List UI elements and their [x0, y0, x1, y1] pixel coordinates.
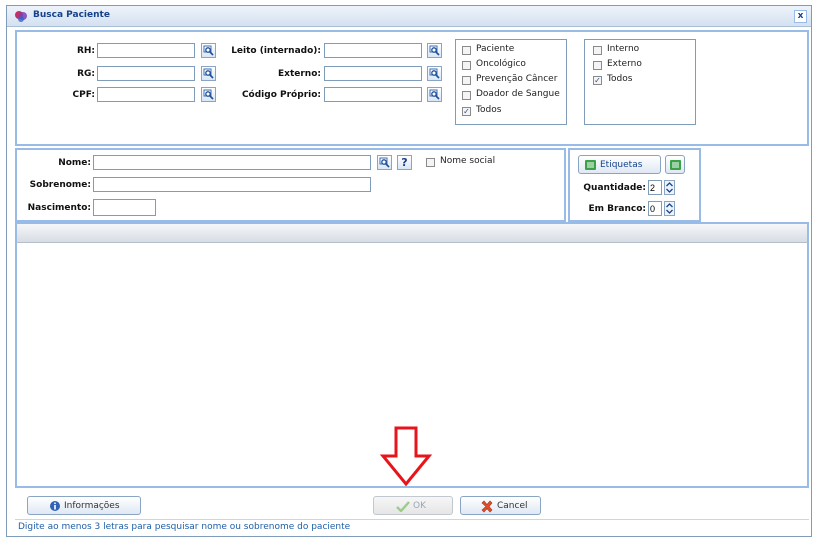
quantidade-spinner[interactable] — [664, 180, 675, 195]
rh-search-button[interactable] — [201, 43, 216, 58]
label-nome-social: Nome social — [440, 156, 496, 166]
rh-input[interactable] — [97, 43, 195, 58]
ok-button[interactable]: OK — [373, 496, 453, 515]
label-todos-location: Todos — [607, 74, 633, 84]
sobrenome-label: Sobrenome: — [29, 180, 91, 190]
cancel-icon — [481, 500, 493, 513]
app-logo-icon — [15, 11, 27, 22]
search-icon — [429, 45, 440, 56]
externo-label: Externo: — [278, 69, 321, 79]
etiquetas-button[interactable]: Etiquetas — [578, 155, 661, 174]
location-group: Interno Externo ✓ Todos — [584, 39, 696, 125]
codigo-input[interactable] — [324, 87, 422, 102]
dialog-title: Busca Paciente — [33, 10, 110, 20]
label-doador-de-sangue: Doador de Sangue — [476, 89, 560, 99]
codigo-label: Código Próprio: — [241, 90, 321, 100]
cpf-input[interactable] — [97, 87, 195, 102]
cancel-button[interactable]: Cancel — [460, 496, 541, 515]
checkbox-todos-location[interactable]: ✓ — [593, 76, 602, 85]
help-icon: ? — [401, 156, 408, 169]
label-interno: Interno — [607, 44, 640, 54]
labels-panel: Etiquetas Quantidade: Em Branco: — [568, 148, 701, 222]
close-button[interactable]: x — [794, 10, 807, 23]
checkbox-doador-de-sangue[interactable] — [462, 91, 471, 100]
cpf-label: CPF: — [72, 90, 95, 100]
quantidade-input[interactable] — [648, 180, 662, 195]
sobrenome-input[interactable] — [93, 177, 371, 192]
em-branco-spinner[interactable] — [664, 201, 675, 216]
checkbox-todos-type[interactable]: ✓ — [462, 107, 471, 116]
rh-label: RH: — [76, 46, 95, 56]
list-icon — [670, 160, 681, 170]
patient-type-group: Paciente Oncológico Prevenção Câncer Doa… — [455, 39, 567, 125]
search-icon — [429, 68, 440, 79]
rg-search-button[interactable] — [201, 66, 216, 81]
checkbox-interno[interactable] — [593, 46, 602, 55]
nome-input[interactable] — [93, 155, 371, 170]
checkbox-paciente[interactable] — [462, 46, 471, 55]
title-bar[interactable]: Busca Paciente x — [7, 6, 811, 27]
label-prevencao-cancer: Prevenção Câncer — [476, 74, 558, 84]
leito-input[interactable] — [324, 43, 422, 58]
label-paciente: Paciente — [476, 44, 515, 54]
etiquetas-label: Etiquetas — [600, 160, 643, 170]
footer-divider — [15, 519, 809, 520]
label-externo-loc: Externo — [607, 59, 642, 69]
name-panel: Nome: ? Nome social Sobrenome: Nasciment… — [15, 148, 566, 222]
informacoes-label: Informações — [64, 501, 120, 511]
search-icon — [429, 89, 440, 100]
leito-label: Leito (internado): — [231, 46, 321, 56]
identifier-panel: RH: RG: CPF: Leito (internado): Externo:… — [15, 30, 809, 146]
search-icon — [203, 68, 214, 79]
nascimento-input[interactable] — [93, 199, 156, 216]
quantidade-label: Quantidade: — [583, 183, 646, 193]
ok-label: OK — [413, 501, 426, 511]
externo-search-button[interactable] — [427, 66, 442, 81]
checkbox-oncologico[interactable] — [462, 61, 471, 70]
spinner-arrows-icon — [666, 203, 673, 214]
search-icon — [203, 89, 214, 100]
spinner-arrows-icon — [666, 182, 673, 193]
checkbox-prevencao-cancer[interactable] — [462, 76, 471, 85]
down-arrow-icon — [380, 426, 432, 487]
cpf-search-button[interactable] — [201, 87, 216, 102]
search-icon — [203, 45, 214, 56]
leito-search-button[interactable] — [427, 43, 442, 58]
nome-label: Nome: — [58, 158, 91, 168]
rg-input[interactable] — [97, 66, 195, 81]
cancel-label: Cancel — [497, 501, 528, 511]
nascimento-label: Nascimento: — [27, 203, 91, 213]
codigo-search-button[interactable] — [427, 87, 442, 102]
informacoes-button[interactable]: Informações — [27, 496, 141, 515]
checkbox-nome-social[interactable] — [426, 158, 435, 167]
search-icon — [379, 157, 390, 168]
label-todos-type: Todos — [476, 105, 502, 115]
nome-search-button[interactable] — [377, 155, 392, 170]
search-patient-dialog: Busca Paciente x RH: RG: CPF: Leito (int… — [6, 5, 812, 537]
status-text: Digite ao menos 3 letras para pesquisar … — [18, 522, 351, 532]
info-icon — [50, 501, 60, 511]
externo-input[interactable] — [324, 66, 422, 81]
checkbox-externo[interactable] — [593, 61, 602, 70]
em-branco-input[interactable] — [648, 201, 662, 216]
etiquetas-list-button[interactable] — [665, 155, 685, 174]
list-icon — [585, 160, 596, 170]
rg-label: RG: — [77, 69, 95, 79]
label-oncologico: Oncológico — [476, 59, 526, 69]
help-button[interactable]: ? — [397, 155, 412, 170]
em-branco-label: Em Branco: — [588, 204, 646, 214]
grid-header — [17, 224, 807, 243]
check-icon — [396, 501, 410, 512]
